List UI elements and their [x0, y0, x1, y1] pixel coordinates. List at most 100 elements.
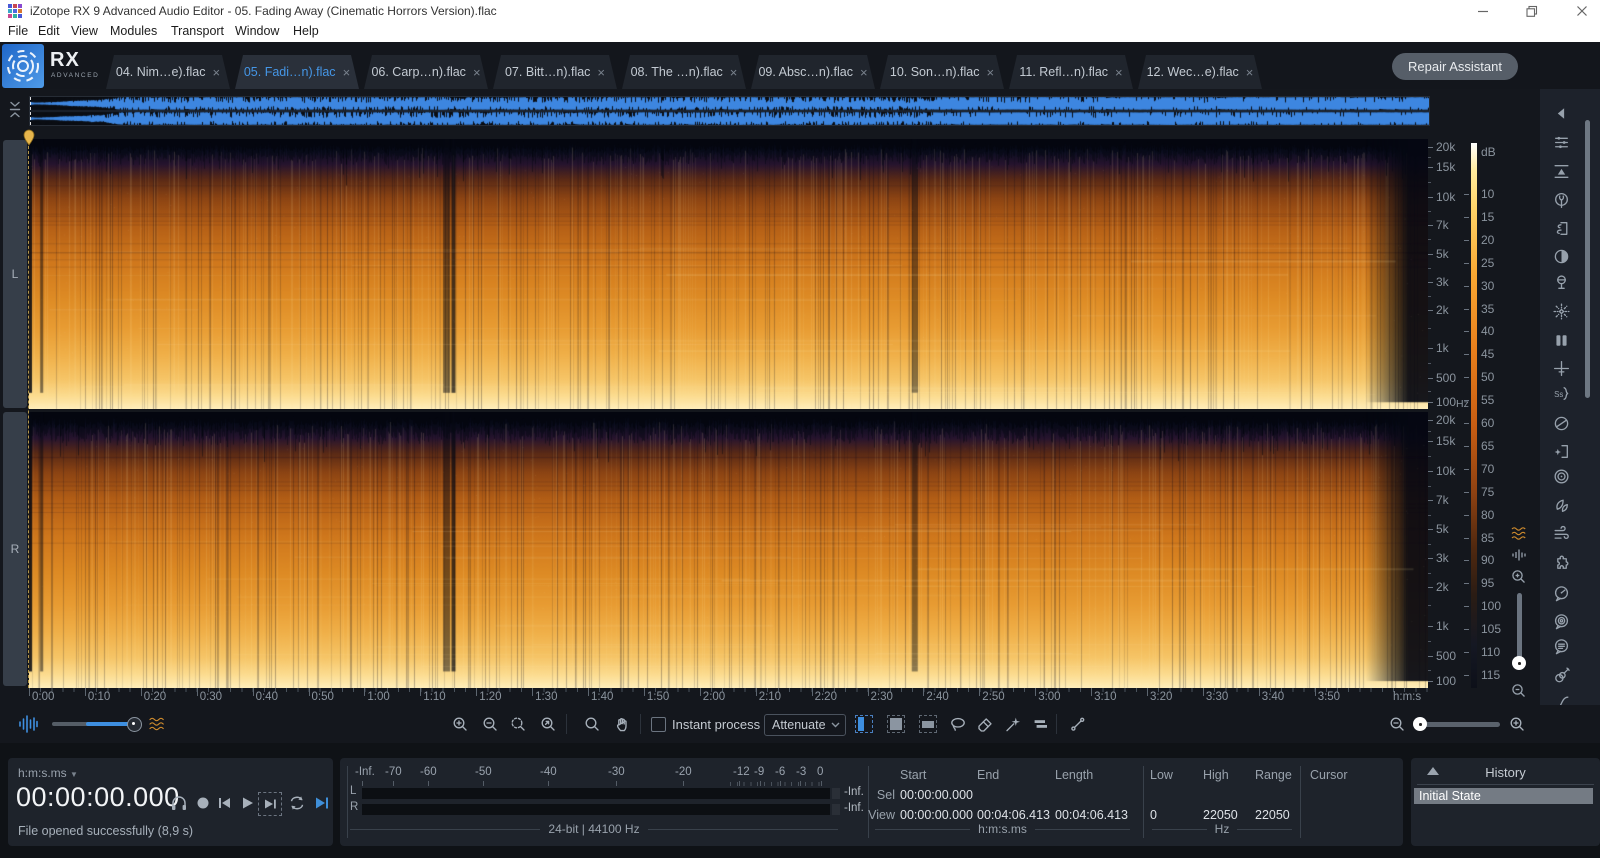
waveform-overview-toggle-icon[interactable]	[17, 713, 39, 735]
file-tab-11[interactable]: 11. Refl…n).flac×	[1009, 55, 1133, 89]
file-tab-5[interactable]: 05. Fadi…n).flac×	[235, 55, 359, 89]
zoom-in-button[interactable]	[449, 713, 471, 735]
spark-page-icon[interactable]	[1552, 442, 1572, 462]
file-tab-6[interactable]: 06. Carp…n).flac×	[364, 55, 488, 89]
play-selection-button[interactable]	[258, 792, 282, 816]
skip-to-start-button[interactable]	[214, 792, 236, 814]
leaves-icon[interactable]	[1552, 496, 1572, 516]
zoom-out-button[interactable]	[479, 713, 501, 735]
slash-circle-icon[interactable]	[1552, 414, 1572, 434]
time-frequency-selection-tool[interactable]	[887, 715, 905, 733]
tab-close-icon[interactable]: ×	[213, 65, 221, 80]
tab-close-icon[interactable]: ×	[987, 65, 995, 80]
channel-strip-left[interactable]: L	[3, 140, 27, 408]
tab-close-icon[interactable]: ×	[1115, 65, 1123, 80]
time-display[interactable]: 00:00:00.000	[16, 782, 180, 813]
playhead-marker[interactable]	[22, 129, 36, 146]
file-tab-10[interactable]: 10. Son…n).flac×	[880, 55, 1004, 89]
restore-button[interactable]	[1510, 0, 1554, 22]
zoom-fit-button[interactable]	[537, 713, 559, 735]
time-selection-tool[interactable]	[855, 715, 873, 733]
process-mode-dropdown[interactable]: Attenuate	[764, 714, 846, 736]
record-button[interactable]	[192, 792, 214, 814]
h-zoom-out-button[interactable]	[1386, 713, 1408, 735]
sel-start-value[interactable]: 00:00:00.000	[900, 788, 973, 802]
h-zoom-slider-track[interactable]	[1417, 722, 1500, 727]
go-to-end-button[interactable]	[311, 792, 333, 814]
view-start-value[interactable]: 00:00:00.000	[900, 808, 973, 822]
tab-close-icon[interactable]: ×	[860, 65, 868, 80]
menu-edit[interactable]: Edit	[38, 24, 60, 38]
half-circle-icon[interactable]	[1552, 247, 1572, 267]
wind-page-icon[interactable]	[1552, 219, 1572, 239]
tab-close-icon[interactable]: ×	[1246, 65, 1254, 80]
view-length-value[interactable]: 00:04:06.413	[1055, 808, 1128, 822]
settings-list-icon[interactable]	[1552, 133, 1572, 153]
microphone-icon[interactable]	[1552, 273, 1572, 293]
back-arrow-icon[interactable]	[1552, 104, 1572, 124]
hand-tool[interactable]	[611, 713, 633, 735]
menu-window[interactable]: Window	[235, 24, 279, 38]
waveform-view-icon[interactable]	[1511, 548, 1527, 567]
menu-help[interactable]: Help	[293, 24, 319, 38]
close-button[interactable]	[1560, 0, 1600, 22]
sidebar-scrollbar[interactable]	[1585, 120, 1590, 398]
vertical-zoom-in-button[interactable]	[1510, 568, 1528, 591]
waveform-overview[interactable]	[29, 96, 1430, 126]
magic-wand-tool[interactable]	[1002, 713, 1024, 735]
spectrogram-blend-icon[interactable]	[146, 713, 168, 735]
overview-collapse-control[interactable]	[8, 100, 22, 120]
wind-icon[interactable]	[1552, 524, 1572, 544]
history-item[interactable]: Initial State	[1414, 788, 1593, 804]
loop-button[interactable]	[286, 792, 308, 814]
instant-process-checkbox[interactable]	[651, 717, 666, 732]
menu-view[interactable]: View	[71, 24, 98, 38]
sample-edit-tool[interactable]	[1067, 713, 1089, 735]
frequency-selection-tool[interactable]	[919, 715, 937, 733]
time-format-selector[interactable]: h:m:s.ms ▼	[18, 766, 78, 780]
file-tab-12[interactable]: 12. Wec…e).flac×	[1138, 55, 1262, 89]
file-tab-9[interactable]: 09. Absc…n).flac×	[751, 55, 875, 89]
spiral-bubble-icon[interactable]	[1552, 612, 1572, 632]
magnifier-tool[interactable]	[581, 713, 603, 735]
view-low-value[interactable]: 0	[1150, 808, 1157, 822]
brush-selection-tool[interactable]	[974, 713, 996, 735]
tab-close-icon[interactable]: ×	[343, 65, 351, 80]
sparkle-icon[interactable]	[1552, 302, 1572, 322]
file-tab-4[interactable]: 04. Nim…e).flac×	[106, 55, 230, 89]
target-rings-icon[interactable]	[1552, 467, 1572, 487]
timeline-ruler[interactable]: h:m:s 0:000:100:200:300:400:501:001:101:…	[29, 688, 1428, 705]
text-bubble-icon[interactable]	[1552, 637, 1572, 657]
menu-transport[interactable]: Transport	[171, 24, 224, 38]
tab-close-icon[interactable]: ×	[597, 65, 605, 80]
guitar-icon[interactable]	[1552, 666, 1572, 686]
lasso-selection-tool[interactable]	[947, 713, 969, 735]
zoom-selection-button[interactable]	[507, 713, 529, 735]
sprout-circle-icon[interactable]	[1552, 191, 1572, 211]
spectrogram-left-channel[interactable]	[29, 139, 1428, 409]
menu-file[interactable]: File	[8, 24, 28, 38]
ss-page-icon[interactable]: Ss	[1552, 384, 1572, 404]
spectrogram-right-channel[interactable]	[29, 412, 1428, 688]
h-zoom-in-button[interactable]	[1506, 713, 1528, 735]
harmonic-selection-tool[interactable]	[1029, 713, 1051, 735]
crosshair-icon[interactable]	[1552, 359, 1572, 379]
tab-close-icon[interactable]: ×	[730, 65, 738, 80]
minimize-button[interactable]	[1461, 0, 1505, 22]
view-end-value[interactable]: 00:04:06.413	[977, 808, 1050, 822]
peak-triangle-icon[interactable]	[1552, 162, 1572, 182]
twin-bars-icon[interactable]	[1552, 331, 1572, 351]
dial-bubble-icon[interactable]	[1552, 584, 1572, 604]
puzzle-icon[interactable]	[1552, 554, 1572, 574]
repair-assistant-button[interactable]: Repair Assistant	[1392, 53, 1518, 80]
view-range-value[interactable]: 22050	[1255, 808, 1290, 822]
file-tab-7[interactable]: 07. Bitt…n).flac×	[493, 55, 617, 89]
menu-modules[interactable]: Modules	[110, 24, 157, 38]
spectrogram-waveform-blend-icon[interactable]	[1510, 526, 1528, 546]
view-high-value[interactable]: 22050	[1203, 808, 1238, 822]
tab-close-icon[interactable]: ×	[473, 65, 481, 80]
channel-strip-right[interactable]: R	[3, 412, 27, 686]
play-button[interactable]	[236, 792, 258, 814]
monitor-button[interactable]	[168, 792, 190, 814]
file-tab-8[interactable]: 08. The …n).flac×	[622, 55, 746, 89]
